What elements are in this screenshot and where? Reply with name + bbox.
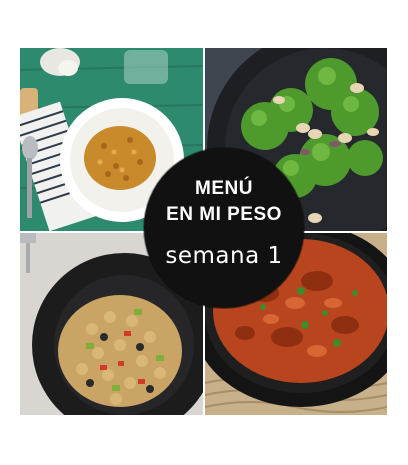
- badge-title-line1: MENÚ: [195, 178, 253, 199]
- menu-week-badge: MENÚ EN MI PESO semana 1: [144, 148, 304, 308]
- food-collage: MENÚ EN MI PESO semana 1: [20, 48, 387, 415]
- badge-week-label: semana 1: [165, 243, 283, 269]
- badge-title-line2: EN MI PESO: [166, 204, 282, 225]
